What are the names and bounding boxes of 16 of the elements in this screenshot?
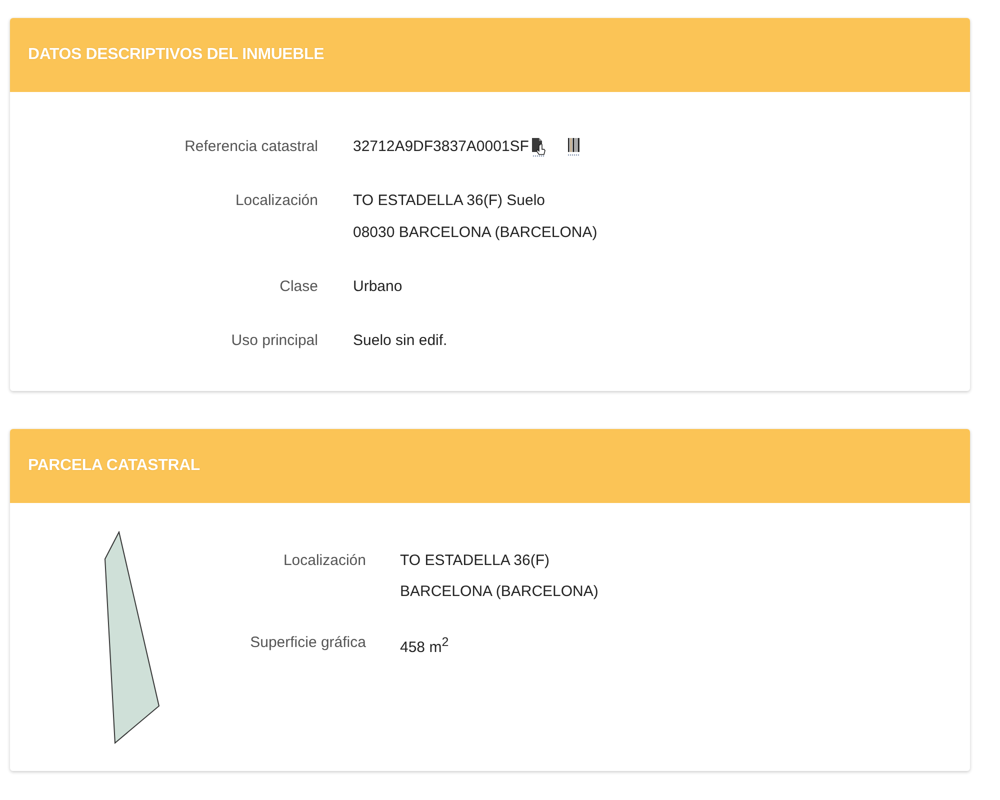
barcode-icon[interactable]	[566, 137, 581, 157]
field-label: Referencia catastral	[184, 137, 318, 157]
field-value: TO ESTADELLA 36(F) Suelo 08030 BARCELONA (BARCELONA)	[353, 191, 598, 243]
field-value: 32712A9DF3837A0001SF	[353, 137, 529, 157]
field-value: Urbano	[353, 277, 402, 297]
field-value: Suelo sin edif.	[353, 331, 448, 351]
field-label: Clase	[278, 277, 318, 297]
field-label: Superficie gráfica	[249, 633, 366, 653]
page-cursor-icon[interactable]	[530, 137, 547, 157]
field-label: Uso principal	[230, 331, 318, 351]
section-title: DATOS DESCRIPTIVOS DEL INMUEBLE	[28, 46, 324, 64]
field-value: TO ESTADELLA 36(F) BARCELONA (BARCELONA)	[400, 551, 598, 602]
section-title: PARCELA CATASTRAL	[28, 457, 200, 475]
field-label: Localización	[234, 191, 318, 211]
field-label: Localización	[282, 551, 366, 571]
field-value: 458 m$^{2}$	[400, 634, 449, 658]
